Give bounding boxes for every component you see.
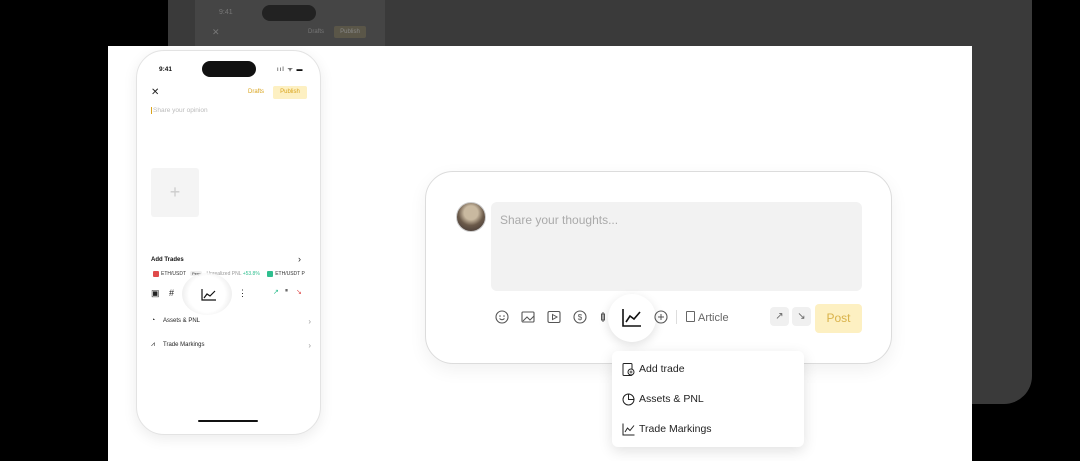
toolbar-divider xyxy=(676,310,677,324)
chevron-right-icon[interactable]: › xyxy=(298,254,301,264)
trend-down-icon[interactable]: ↘ xyxy=(296,288,302,296)
trend-down-button[interactable]: ↘ xyxy=(792,307,811,326)
post-button[interactable]: Post xyxy=(815,304,862,333)
trade-markings-row[interactable]: ⩘ Trade Markings › xyxy=(151,341,311,350)
pause-icon[interactable]: ⏸ xyxy=(285,288,288,295)
trade-badge-icon xyxy=(153,271,159,277)
trade-tag: P xyxy=(301,271,305,278)
background-close-icon: ✕ xyxy=(212,27,220,37)
pie-chart-icon xyxy=(622,393,635,406)
add-trades-label: Add Trades xyxy=(151,257,184,263)
article-button[interactable]: Article xyxy=(686,311,729,324)
trade-symbol: ETH/USDT xyxy=(161,271,186,278)
svg-text:$: $ xyxy=(578,313,583,322)
trend-up-button[interactable]: ↗ xyxy=(770,307,789,326)
post-composer: Share your thoughts... $ Article ↗ ↘ Pos… xyxy=(425,171,892,364)
chevron-right-icon: › xyxy=(308,317,311,326)
home-indicator xyxy=(198,420,258,422)
add-circle-icon[interactable] xyxy=(654,310,668,324)
phone-toolbar: ▣ # ⋮ ↗ ⏸ ↘ xyxy=(151,288,315,302)
assets-pnl-row[interactable]: ◔ Assets & PNL › xyxy=(151,317,311,326)
chart-dropdown-menu: Add trade Assets & PNL Trade Markings xyxy=(612,351,804,447)
background-dynamic-island xyxy=(262,5,316,21)
emoji-icon[interactable] xyxy=(495,310,509,324)
phone-mockup: 9:41 ııl ᯤ ▬ ✕ Drafts Publish Share your… xyxy=(136,50,321,435)
dollar-icon[interactable]: $ xyxy=(573,310,587,324)
background-drafts: Drafts xyxy=(308,29,325,35)
trend-up-icon[interactable]: ↗ xyxy=(273,288,279,296)
background-time: 9:41 xyxy=(219,9,233,16)
add-media-button[interactable]: + xyxy=(151,168,199,217)
publish-button[interactable]: Publish xyxy=(273,86,307,99)
menu-item-assets-pnl[interactable]: Assets & PNL xyxy=(622,391,704,407)
close-icon[interactable]: ✕ xyxy=(151,87,159,98)
background-publish: Publish xyxy=(334,26,366,38)
chart-button[interactable] xyxy=(608,294,656,342)
trade-chip[interactable]: ETH/USDT P xyxy=(267,271,305,277)
hashtag-icon[interactable]: # xyxy=(169,288,174,298)
trade-markings-label: Trade Markings xyxy=(163,342,205,348)
more-icon[interactable]: ⋮ xyxy=(238,288,247,299)
line-chart-icon: ⩘ xyxy=(151,341,155,348)
menu-item-add-trade[interactable]: Add trade xyxy=(622,361,685,377)
dynamic-island xyxy=(202,61,256,77)
menu-item-label: Trade Markings xyxy=(639,423,712,435)
status-time: 9:41 xyxy=(159,66,173,73)
trade-list: ETH/USDTPerpUnrealized PNL +53.8% ETH/US… xyxy=(153,271,317,281)
image-icon[interactable] xyxy=(521,310,535,324)
line-chart-icon xyxy=(622,309,641,327)
article-label: Article xyxy=(698,312,729,324)
opinion-input[interactable]: Share your opinion xyxy=(151,107,208,114)
drafts-button[interactable]: Drafts xyxy=(248,89,264,95)
thoughts-input[interactable]: Share your thoughts... xyxy=(491,202,862,291)
document-icon xyxy=(686,311,695,322)
menu-item-trade-markings[interactable]: Trade Markings xyxy=(622,421,712,437)
showcase-canvas: 9:41 ııl ᯤ ▬ ✕ Drafts Publish Share your… xyxy=(108,46,972,461)
pie-chart-icon: ◔ xyxy=(151,317,156,324)
assets-pnl-label: Assets & PNL xyxy=(163,318,201,324)
video-icon[interactable] xyxy=(547,310,561,324)
line-chart-icon[interactable] xyxy=(201,289,217,301)
thoughts-placeholder: Share your thoughts... xyxy=(500,213,619,227)
status-icons: ııl ᯤ ▬ xyxy=(277,67,304,73)
image-icon[interactable]: ▣ xyxy=(151,288,160,299)
trade-symbol: ETH/USDT xyxy=(275,271,301,278)
line-chart-icon xyxy=(622,423,635,436)
trade-pnl-value: +53.8% xyxy=(242,271,260,278)
add-trade-icon xyxy=(622,363,635,376)
avatar[interactable] xyxy=(456,202,486,232)
chevron-right-icon: › xyxy=(308,341,311,350)
trade-badge-icon xyxy=(267,271,274,277)
